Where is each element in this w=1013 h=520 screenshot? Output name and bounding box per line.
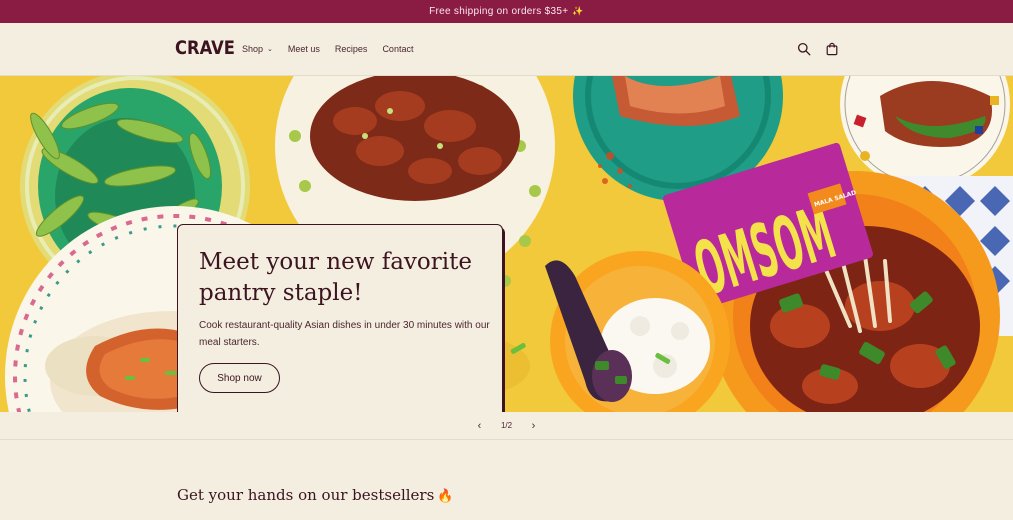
hero-card: Meet your new favorite pantry staple! Co…	[177, 224, 503, 412]
nav-label-meet-us: Meet us	[287, 44, 320, 54]
fire-icon: 🔥	[437, 489, 454, 504]
nav-item-contact[interactable]: Contact	[382, 44, 413, 54]
logo[interactable]: CRAVE	[175, 37, 235, 59]
hero-title: Meet your new favorite pantry staple!	[199, 249, 472, 306]
header-icons	[797, 42, 839, 56]
chevron-down-icon: ⌄	[267, 46, 273, 53]
site-header: CRAVE Shop ⌄ Meet us Recipes Contact	[0, 23, 1013, 76]
search-icon[interactable]	[797, 42, 811, 56]
bestsellers-heading: Get your hands on our bestsellers 🔥	[177, 486, 454, 504]
slide-counter: 1/2	[500, 421, 513, 430]
hero-subtitle: Cook restaurant-quality Asian dishes in …	[199, 320, 490, 348]
announcement-text: Free shipping on orders $35+	[429, 6, 569, 17]
nav-item-meet-us[interactable]: Meet us	[288, 44, 320, 54]
chevron-left-icon[interactable]: ‹	[467, 420, 493, 432]
nav-item-recipes[interactable]: Recipes	[335, 44, 368, 54]
chevron-right-icon[interactable]: ›	[521, 420, 547, 432]
hero-food-image: OMSOM MALA SALAD	[0, 76, 1013, 412]
nav-item-shop[interactable]: Shop ⌄	[242, 44, 273, 54]
hero-banner: OMSOM MALA SALAD Meet your new favorite …	[0, 76, 1013, 412]
main-nav: Shop ⌄ Meet us Recipes Contact	[242, 44, 428, 54]
bestsellers-title: Get your hands on our bestsellers	[177, 486, 435, 504]
slider-controls: ‹ 1/2 ›	[0, 412, 1013, 440]
sparkle-icon: ✨	[572, 6, 584, 16]
shop-now-button[interactable]: Shop now	[199, 363, 280, 393]
announcement-bar: Free shipping on orders $35+ ✨	[0, 0, 1013, 23]
nav-label-recipes: Recipes	[334, 44, 368, 54]
nav-label-shop: Shop	[242, 44, 264, 54]
nav-label-contact: Contact	[382, 44, 414, 54]
cart-icon[interactable]	[825, 42, 839, 56]
